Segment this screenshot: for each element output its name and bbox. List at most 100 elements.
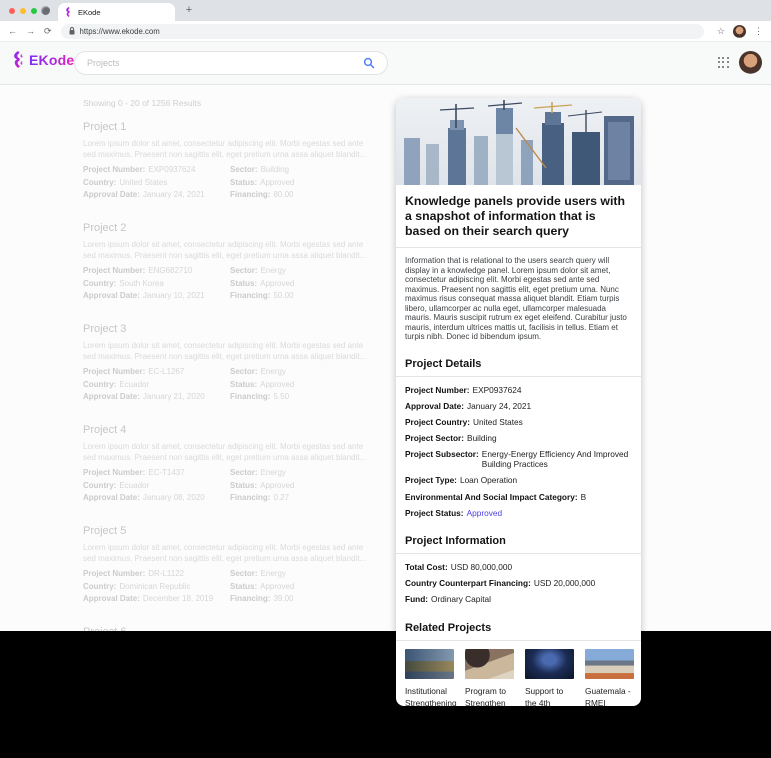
related-caption[interactable]: Institutional Strengthening of COFIDE [405, 685, 454, 706]
brand-name: EKode [29, 52, 74, 68]
section-related-projects: Related Projects Institutional Strengthe… [396, 615, 641, 706]
related-project-card[interactable]: Guatemala - RMEI Regional Malaria Elim [585, 649, 634, 706]
related-project-card[interactable]: Institutional Strengthening of COFIDE [405, 649, 454, 706]
apps-grid-icon[interactable] [718, 57, 729, 68]
reload-icon[interactable]: ⟳ [44, 27, 52, 36]
result-title[interactable]: Project 5 [83, 525, 375, 537]
knowledge-panel: Knowledge panels provide users with a sn… [396, 98, 641, 706]
close-window-icon[interactable] [9, 8, 15, 14]
url-text: https://www.ekode.com [80, 27, 160, 36]
result-title[interactable]: Project 6 [83, 626, 375, 631]
field-label: Project Number: [83, 266, 145, 275]
search-icon[interactable] [363, 57, 375, 69]
field-value: January 10, 2021 [143, 291, 205, 300]
result-item[interactable]: Project 5 Lorem ipsum dolor sit amet, co… [83, 525, 375, 603]
page-void [0, 631, 771, 758]
result-item[interactable]: Project 4 Lorem ipsum dolor sit amet, co… [83, 424, 375, 502]
result-item[interactable]: Project 6 Lorem ipsum dolor sit amet, co… [83, 626, 375, 631]
field-label: Approval Date: [83, 493, 140, 502]
back-icon[interactable]: ← [8, 27, 17, 36]
field-value: Ecuador [119, 481, 149, 490]
panel-header-image [396, 98, 641, 185]
result-item[interactable]: Project 2 Lorem ipsum dolor sit amet, co… [83, 222, 375, 300]
detail-row: Project Number:EXP0937624 [405, 385, 632, 395]
detail-row: Project Type:Loan Operation [405, 475, 632, 485]
field-label: Financing: [230, 291, 270, 300]
browser-profile-avatar[interactable] [733, 25, 746, 38]
browser-toolbar: ← → ⟳ https://www.ekode.com ☆ ⋮ [0, 21, 771, 42]
related-thumbnail-guatemala [585, 649, 634, 679]
related-caption[interactable]: Support to the 4th Ministerial Forum [525, 685, 574, 706]
field-value: December 18, 2019 [143, 594, 213, 603]
field-value: EC-T1437 [148, 468, 184, 477]
result-item[interactable]: Project 1 Lorem ipsum dolor sit amet, co… [83, 121, 375, 199]
field-label: Country: [83, 178, 116, 187]
related-thumbnail-meeting [405, 649, 454, 679]
related-caption[interactable]: Guatemala - RMEI Regional Malaria Elim [585, 685, 634, 706]
browser-actions: ☆ ⋮ [717, 25, 763, 38]
detail-row: Project Sector:Building [405, 433, 632, 443]
app-header: EKode Projects [0, 42, 771, 85]
search-bar[interactable]: Projects [74, 51, 388, 75]
maximize-window-icon[interactable] [31, 8, 37, 14]
field-label: Approval Date: [83, 190, 140, 199]
section-project-details: Project Details Project Number:EXP093762… [396, 351, 641, 529]
field-label: Country: [83, 481, 116, 490]
detail-row: Project Country:United States [405, 417, 632, 427]
forward-icon[interactable]: → [26, 27, 35, 36]
field-label: Financing: [230, 190, 270, 199]
result-fields: Project Number:ENG682710 Sector:Energy C… [83, 266, 375, 300]
section-project-information: Project Information Total Cost:USD 80,00… [396, 528, 641, 615]
result-title[interactable]: Project 2 [83, 222, 375, 234]
section-heading: Related Projects [396, 615, 641, 641]
browser-menu-icon[interactable]: ⋮ [754, 26, 763, 37]
related-thumbnail-forum [525, 649, 574, 679]
field-label: Sector: [230, 468, 258, 477]
panel-description: Information that is relational to the us… [396, 248, 641, 351]
field-value: Approved [260, 178, 294, 187]
result-title[interactable]: Project 1 [83, 121, 375, 133]
result-item[interactable]: Project 3 Lorem ipsum dolor sit amet, co… [83, 323, 375, 401]
minimize-window-icon[interactable] [20, 8, 26, 14]
field-value: EC-L1267 [148, 367, 184, 376]
field-label: Project Number: [83, 569, 145, 578]
field-label: Status: [230, 481, 257, 490]
user-avatar[interactable] [739, 51, 762, 74]
field-label: Status: [230, 582, 257, 591]
result-description: Lorem ipsum dolor sit amet, consectetur … [83, 138, 375, 160]
browser-tab-ekode[interactable]: EKode [58, 3, 175, 21]
related-project-card[interactable]: Support to the 4th Ministerial Forum [525, 649, 574, 706]
info-row: Fund:Ordinary Capital [405, 594, 632, 604]
related-project-card[interactable]: Program to Strengthen the Tax Admin DR [465, 649, 514, 706]
field-value: EXP0937624 [148, 165, 195, 174]
result-title[interactable]: Project 4 [83, 424, 375, 436]
field-label: Project Number: [83, 468, 145, 477]
new-tab-button[interactable]: + [182, 3, 196, 17]
field-value: 80.00 [273, 190, 293, 199]
result-fields: Project Number:EC-T1437 Sector:Energy Co… [83, 468, 375, 502]
field-value: Energy [261, 367, 286, 376]
field-label: Country: [83, 279, 116, 288]
field-value: Approved [260, 380, 294, 389]
info-row: Country Counterpart Financing:USD 20,000… [405, 578, 632, 588]
field-value: 5.50 [273, 392, 289, 401]
brand-logo[interactable]: EKode [12, 51, 74, 68]
related-caption[interactable]: Program to Strengthen the Tax Admin DR [465, 685, 514, 706]
address-bar[interactable]: https://www.ekode.com [61, 24, 704, 39]
field-label: Sector: [230, 569, 258, 578]
field-label: Status: [230, 380, 257, 389]
status-link[interactable]: Approved [467, 508, 632, 518]
field-value: Energy [261, 266, 286, 275]
field-value: South Korea [119, 279, 163, 288]
panel-title: Knowledge panels provide users with a sn… [396, 185, 641, 248]
ekode-logo-icon [12, 51, 25, 68]
field-value: 0.27 [273, 493, 289, 502]
field-value: Ecuador [119, 380, 149, 389]
bookmark-star-icon[interactable]: ☆ [717, 26, 725, 37]
result-description: Lorem ipsum dolor sit amet, consectetur … [83, 340, 375, 362]
section-heading: Project Information [396, 528, 641, 554]
tab-strip-icon[interactable] [41, 6, 50, 15]
result-title[interactable]: Project 3 [83, 323, 375, 335]
search-input[interactable]: Projects [87, 58, 363, 68]
detail-row: Approval Date:January 24, 2021 [405, 401, 632, 411]
